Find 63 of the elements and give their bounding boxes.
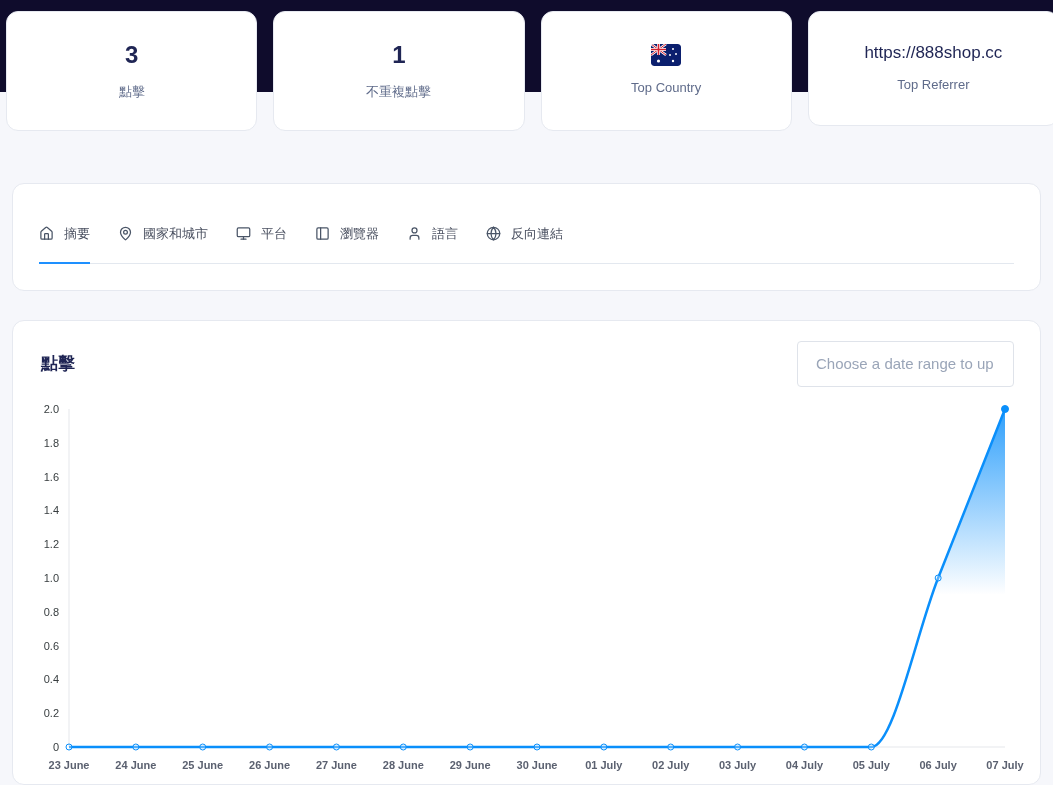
stat-label: Top Country — [631, 79, 702, 98]
date-range-field[interactable]: Choose a date range to up — [797, 340, 1014, 387]
x-axis-label: 29 June — [449, 758, 491, 771]
tab[interactable]: 平台 — [236, 224, 287, 264]
x-axis-label: 25 June — [182, 758, 224, 771]
x-axis-label: 05 July — [852, 758, 890, 771]
home-icon — [39, 226, 54, 242]
pin-icon — [118, 226, 133, 242]
flag-icon — [651, 44, 682, 67]
data-point — [332, 743, 340, 750]
data-point — [399, 743, 407, 750]
data-point — [600, 743, 608, 750]
y-axis-label: 1.6 — [43, 470, 59, 483]
x-axis-label: 30 June — [516, 758, 558, 771]
tab[interactable]: 瀏覽器 — [315, 224, 379, 264]
y-axis-label: 0 — [52, 740, 59, 753]
x-axis-label: 27 June — [315, 758, 357, 771]
panel-title: 點擊 — [41, 352, 75, 375]
x-axis-label: 06 July — [919, 758, 957, 771]
user-icon — [407, 226, 422, 242]
panel-icon — [315, 226, 330, 242]
stat-label: Top Referrer — [897, 76, 970, 95]
data-point — [800, 743, 808, 750]
x-axis-label: 28 June — [382, 758, 424, 771]
y-axis-label: 0.8 — [43, 605, 59, 618]
y-axis-label: 1.8 — [43, 436, 59, 449]
data-point — [266, 743, 274, 750]
x-axis-label: 01 July — [585, 758, 623, 771]
x-axis-label: 03 July — [718, 758, 757, 771]
data-point — [734, 743, 742, 750]
monitor-icon — [236, 226, 251, 242]
x-axis-label: 23 June — [48, 758, 90, 771]
y-axis-label: 2.0 — [43, 402, 59, 415]
stat-label: 點擊 — [118, 83, 145, 102]
globe-icon — [486, 226, 501, 242]
x-axis-label: 07 July — [986, 758, 1024, 771]
y-axis-label: 1.0 — [43, 571, 59, 584]
data-point — [667, 743, 675, 750]
data-point — [132, 743, 140, 750]
tab[interactable]: 摘要 — [39, 224, 90, 264]
data-point — [199, 743, 207, 750]
stat-value: https://888shop.cc — [864, 42, 1003, 64]
data-point — [533, 743, 541, 750]
x-axis-label: 02 July — [652, 758, 690, 771]
y-axis-label: 0.6 — [43, 639, 59, 652]
data-point — [65, 743, 73, 750]
stat-value: 1 — [392, 40, 406, 71]
y-axis-label: 0.2 — [43, 706, 59, 719]
data-point — [867, 743, 875, 750]
x-axis-label: 24 June — [115, 758, 157, 771]
tab[interactable]: 語言 — [407, 224, 458, 264]
tab[interactable]: 國家和城市 — [118, 224, 208, 264]
stat-label: 不重複點擊 — [366, 83, 432, 102]
stat-value: 3 — [124, 40, 139, 71]
data-point — [1001, 404, 1009, 413]
y-axis-label: 1.4 — [43, 503, 59, 516]
x-axis-label: 26 June — [249, 758, 291, 771]
y-axis-label: 1.2 — [43, 537, 59, 550]
y-axis-label: 0.4 — [43, 672, 59, 685]
data-point — [466, 743, 474, 750]
x-axis-label: 04 July — [785, 758, 824, 771]
tab[interactable]: 反向連結 — [486, 224, 563, 264]
data-point — [934, 574, 942, 581]
